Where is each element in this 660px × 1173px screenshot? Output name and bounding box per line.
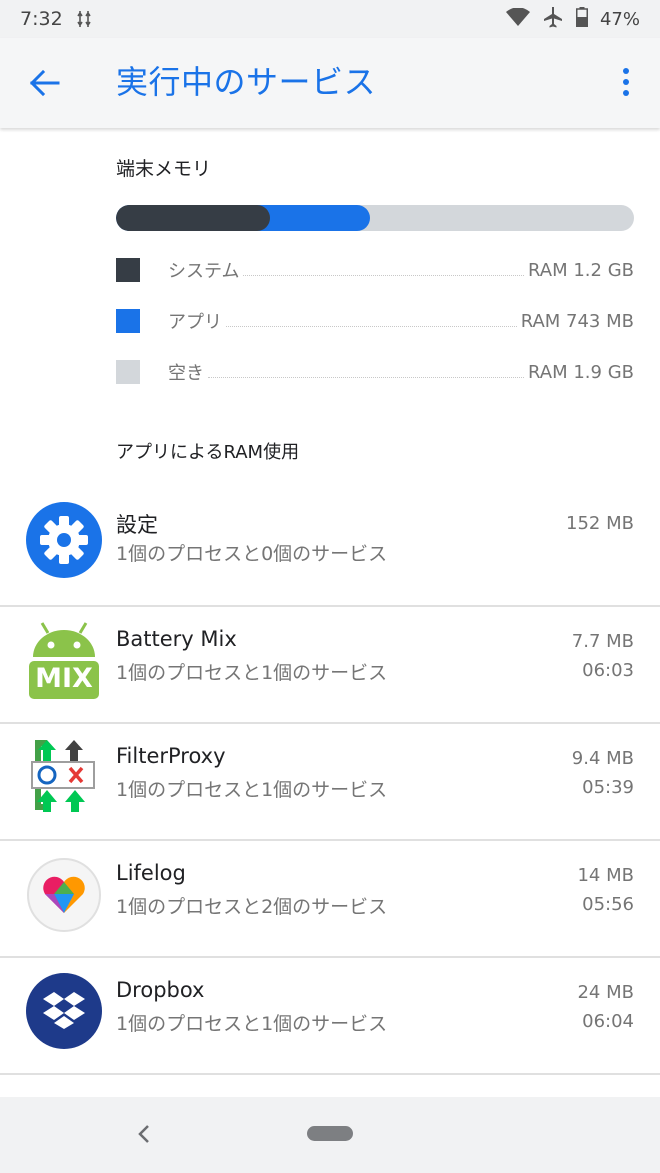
app-process-summary: 1個のプロセスと1個のサービス <box>116 1013 388 1035</box>
filterproxy-icon <box>30 738 96 814</box>
list-item-dropbox[interactable]: Dropbox 1個のプロセスと1個のサービス 24 MB 06:04 <box>0 958 660 1075</box>
app-ram-size: 14 MB <box>577 865 634 886</box>
memory-bar-system-segment <box>116 205 270 231</box>
app-name: Dropbox <box>116 978 205 1002</box>
wifi-icon <box>505 7 530 30</box>
airplane-icon <box>542 6 564 32</box>
memory-usage-bar <box>116 205 634 231</box>
usb-debug-icon <box>77 11 91 27</box>
nav-home-pill[interactable] <box>307 1126 353 1141</box>
back-arrow-icon[interactable] <box>22 63 66 103</box>
lifelog-heart-icon <box>25 856 103 934</box>
system-nav-bar <box>0 1097 660 1173</box>
device-memory-heading: 端末メモリ <box>116 158 212 180</box>
legend-swatch-apps <box>116 309 140 333</box>
app-name: FilterProxy <box>116 744 226 768</box>
leader-dots <box>243 274 524 276</box>
page-title: 実行中のサービス <box>116 63 377 101</box>
legend-row-free: 空き RAM 1.9 GB <box>116 358 634 386</box>
status-bar: 7:32 47% <box>0 0 660 38</box>
app-process-summary: 1個のプロセスと1個のサービス <box>116 662 388 684</box>
legend-label: 空き <box>168 363 204 384</box>
nav-back-icon[interactable] <box>130 1119 158 1149</box>
legend-row-system: システム RAM 1.2 GB <box>116 256 634 284</box>
more-vert-icon[interactable] <box>614 63 638 103</box>
app-ram-size: 152 MB <box>566 513 634 534</box>
app-name: Lifelog <box>116 861 186 885</box>
status-time: 7:32 <box>20 8 63 30</box>
battery-icon <box>575 7 588 31</box>
legend-value: RAM 743 MB <box>520 310 634 332</box>
list-item-battery-mix[interactable]: MIX Battery Mix 1個のプロセスと1個のサービス 7.7 MB 0… <box>0 607 660 724</box>
list-item-lifelog[interactable]: Lifelog 1個のプロセスと2個のサービス 14 MB 05:56 <box>0 841 660 958</box>
settings-gear-icon <box>25 501 103 579</box>
list-item-settings[interactable]: 設定 1個のプロセスと0個のサービス 152 MB <box>0 464 660 607</box>
dropbox-icon <box>25 972 103 1050</box>
list-item-filterproxy[interactable]: FilterProxy 1個のプロセスと1個のサービス 9.4 MB 05:39 <box>0 724 660 841</box>
app-ram-size: 9.4 MB <box>571 748 634 769</box>
legend-label: システム <box>168 261 240 282</box>
ram-usage-by-app-heading: アプリによるRAM使用 <box>116 442 300 463</box>
battery-percent: 47% <box>599 8 640 30</box>
app-name: Battery Mix <box>116 627 237 651</box>
legend-swatch-free <box>116 360 140 384</box>
legend-value: RAM 1.2 GB <box>528 259 634 281</box>
app-run-time: 05:39 <box>582 777 634 798</box>
leader-dots <box>208 376 524 378</box>
app-list: 設定 1個のプロセスと0個のサービス 152 MB MIX Battery Mi… <box>0 464 660 1075</box>
legend-value: RAM 1.9 GB <box>528 361 634 383</box>
app-process-summary: 1個のプロセスと2個のサービス <box>116 896 388 918</box>
battery-mix-android-icon: MIX <box>25 621 103 699</box>
app-run-time: 06:03 <box>582 660 634 681</box>
battery-mix-label: MIX <box>35 663 93 694</box>
app-run-time: 06:04 <box>582 1011 634 1032</box>
legend-label: アプリ <box>168 312 222 333</box>
app-ram-size: 7.7 MB <box>571 631 634 652</box>
legend-swatch-system <box>116 258 140 282</box>
app-run-time: 05:56 <box>582 894 634 915</box>
leader-dots <box>226 325 517 327</box>
app-process-summary: 1個のプロセスと1個のサービス <box>116 779 388 801</box>
app-name: 設定 <box>116 513 158 537</box>
app-bar: 実行中のサービス <box>0 38 660 128</box>
legend-row-apps: アプリ RAM 743 MB <box>116 307 634 335</box>
app-process-summary: 1個のプロセスと0個のサービス <box>116 543 388 565</box>
app-ram-size: 24 MB <box>577 982 634 1003</box>
